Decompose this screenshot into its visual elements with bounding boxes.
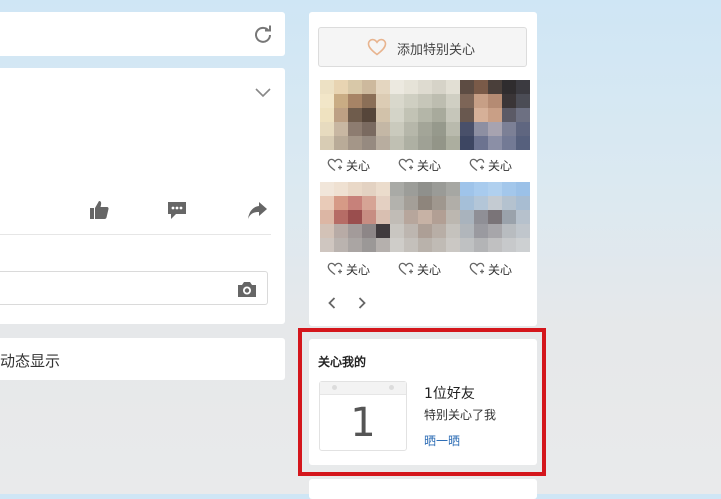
follow-button[interactable]: 关心 <box>327 157 370 173</box>
refresh-icon[interactable] <box>253 24 273 44</box>
divider <box>0 234 271 235</box>
chevron-right-icon[interactable] <box>355 296 369 310</box>
follow-label: 关心 <box>346 158 371 173</box>
camera-icon[interactable] <box>237 280 257 298</box>
follow-button[interactable]: 关心 <box>469 157 512 173</box>
friend-avatar[interactable] <box>460 80 530 150</box>
follow-button[interactable]: 关心 <box>327 261 370 277</box>
heart-plus-icon <box>327 262 343 276</box>
heart-plus-icon <box>398 262 414 276</box>
refresh-bar <box>0 12 285 56</box>
follow-label: 关心 <box>417 158 442 173</box>
feed-post-card <box>0 68 285 324</box>
comment-input[interactable] <box>0 271 268 305</box>
chevron-down-icon[interactable] <box>255 84 271 100</box>
heart-plus-icon <box>327 158 343 172</box>
friend-avatar[interactable] <box>390 80 460 150</box>
follow-label: 关心 <box>488 158 513 173</box>
display-setting-bar[interactable]: 动态显示 <box>0 338 285 380</box>
friend-avatar[interactable] <box>320 80 390 150</box>
next-panel <box>309 479 537 499</box>
friend-avatar[interactable] <box>460 182 530 252</box>
follow-button[interactable]: 关心 <box>398 157 441 173</box>
follow-label: 关心 <box>417 262 442 277</box>
thumbs-up-icon[interactable] <box>88 199 110 221</box>
add-special-care-button[interactable]: 添加特别关心 <box>318 27 527 67</box>
highlight-box <box>298 328 546 476</box>
follow-button[interactable]: 关心 <box>469 261 512 277</box>
comment-icon[interactable] <box>166 199 188 221</box>
follow-button[interactable]: 关心 <box>398 261 441 277</box>
heart-plus-icon <box>469 262 485 276</box>
follow-label: 关心 <box>488 262 513 277</box>
friend-pager <box>325 296 369 310</box>
add-special-care-label: 添加特别关心 <box>397 43 476 58</box>
friend-avatar[interactable] <box>390 182 460 252</box>
heart-plus-icon <box>398 158 414 172</box>
friend-avatar[interactable] <box>320 182 390 252</box>
chevron-left-icon[interactable] <box>325 296 339 310</box>
share-icon[interactable] <box>246 199 268 221</box>
heart-plus-icon <box>469 158 485 172</box>
follow-label: 关心 <box>346 262 371 277</box>
heart-icon <box>367 38 387 56</box>
display-setting-label: 动态显示 <box>0 352 61 370</box>
